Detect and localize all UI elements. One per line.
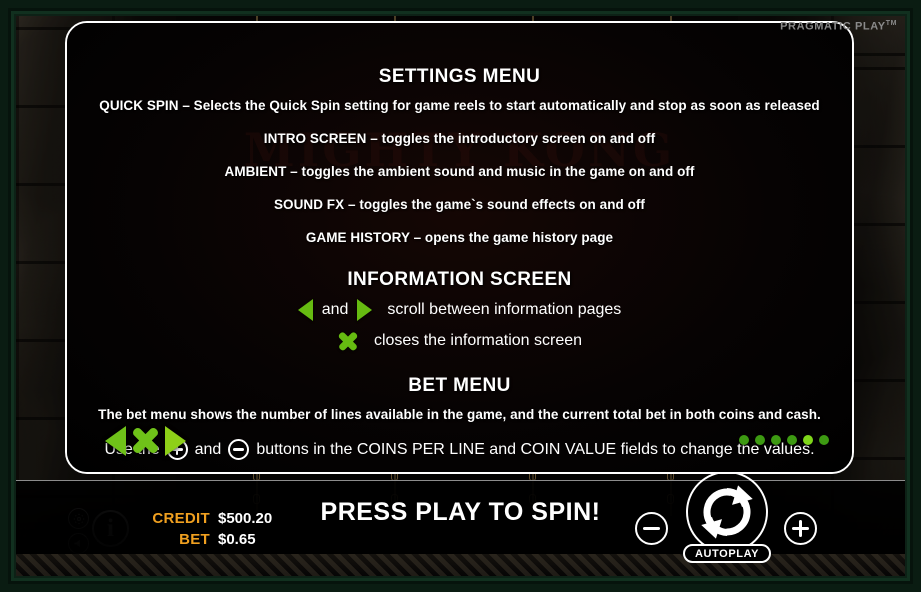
hud-texture-strip xyxy=(16,554,905,576)
autoplay-button[interactable]: AUTOPLAY xyxy=(683,544,771,563)
close-description: closes the information screen xyxy=(373,332,583,349)
right-arrow-icon xyxy=(357,299,373,321)
scroll-conjunction: and xyxy=(321,301,349,318)
scroll-description: scroll between information pages xyxy=(387,301,622,318)
pragmatic-play-logo: PRAGMATIC PLAYTM xyxy=(780,20,897,33)
bet-value: $0.65 xyxy=(218,531,256,548)
close-panel-button[interactable] xyxy=(130,425,161,456)
close-x-icon xyxy=(337,330,359,352)
left-arrow-icon xyxy=(297,299,313,321)
plus-icon-vertical xyxy=(799,520,802,537)
next-page-button[interactable] xyxy=(165,425,186,456)
bet-menu-description: The bet menu shows the number of lines a… xyxy=(98,407,821,422)
sound-fx-description: SOUND FX – toggles the game`s sound effe… xyxy=(274,197,645,212)
panel-content: SETTINGS MENU QUICK SPIN – Selects the Q… xyxy=(67,66,852,460)
spin-icon xyxy=(701,485,753,539)
bet-instruction-conjunction: and xyxy=(194,440,222,458)
brand-name: PRAGMATIC PLAY xyxy=(780,20,886,33)
bet-instruction-suffix: buttons in the COINS PER LINE and COIN V… xyxy=(256,440,815,458)
page-dot[interactable] xyxy=(787,435,797,445)
page-dot[interactable] xyxy=(771,435,781,445)
minus-icon xyxy=(228,439,250,460)
previous-page-button[interactable] xyxy=(105,425,126,456)
settings-menu-title: SETTINGS MENU xyxy=(378,66,541,87)
information-close-row: closes the information screen xyxy=(67,330,852,352)
page-indicator-dots xyxy=(739,435,829,445)
bet-row: BET $0.65 xyxy=(140,529,272,550)
game-history-description: GAME HISTORY – opens the game history pa… xyxy=(305,230,614,245)
bet-label: BET xyxy=(179,531,210,548)
autoplay-label: AUTOPLAY xyxy=(694,547,760,560)
quick-spin-description: QUICK SPIN – Selects the Quick Spin sett… xyxy=(99,98,820,113)
increase-bet-button[interactable] xyxy=(784,512,817,545)
bet-menu-title: BET MENU xyxy=(408,375,511,396)
decrease-bet-button[interactable] xyxy=(635,512,668,545)
information-screen-title: INFORMATION SCREEN xyxy=(347,269,572,290)
panel-navigation xyxy=(105,425,186,456)
game-screen: MIGHTY KONG i CREDIT $500. xyxy=(0,0,921,592)
press-play-message: PRESS PLAY TO SPIN! xyxy=(320,498,601,526)
page-dot[interactable] xyxy=(819,435,829,445)
trademark-symbol: TM xyxy=(885,20,897,27)
minus-icon xyxy=(643,527,660,530)
help-settings-panel: MIGHTY KONG SETTINGS MENU QUICK SPIN – S… xyxy=(65,21,854,474)
information-scroll-row: and scroll between information pages xyxy=(67,299,852,321)
spin-button[interactable] xyxy=(686,471,768,553)
ambient-description: AMBIENT – toggles the ambient sound and … xyxy=(224,164,695,179)
page-dot[interactable] xyxy=(739,435,749,445)
page-dot[interactable] xyxy=(755,435,765,445)
page-dot[interactable] xyxy=(803,435,813,445)
intro-screen-description: INTRO SCREEN – toggles the introductory … xyxy=(263,131,656,146)
